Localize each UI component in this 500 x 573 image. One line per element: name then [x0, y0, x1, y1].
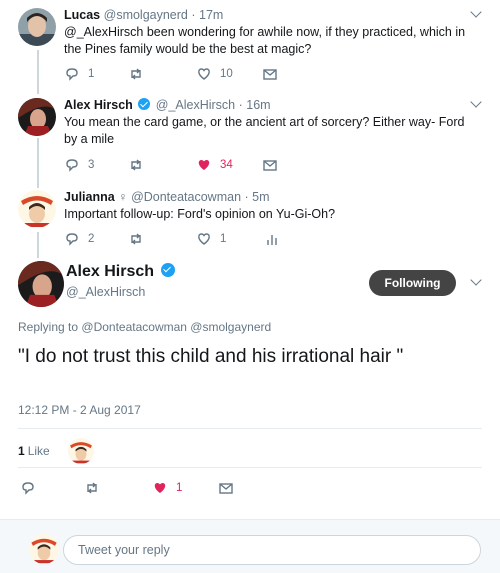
current-user-avatar [29, 534, 59, 564]
reply-button[interactable]: 3 [64, 157, 94, 173]
chevron-down-icon[interactable] [470, 96, 482, 108]
author-handle[interactable]: @_AlexHirsch [156, 98, 235, 112]
tweet-header: Julianna ♀ @Donteatacowman · 5m [64, 190, 270, 204]
message-button[interactable] [262, 157, 278, 173]
like-button[interactable]: 1 [196, 231, 226, 247]
avatar-lucas[interactable] [18, 8, 56, 46]
retweet-button[interactable] [128, 66, 152, 82]
retweet-button[interactable] [128, 157, 152, 173]
reply-icon [22, 482, 34, 495]
verified-icon [138, 98, 151, 110]
retweet-button[interactable] [128, 231, 152, 247]
tweet-time[interactable]: 5m [252, 190, 269, 204]
chevron-down-icon[interactable] [470, 274, 482, 286]
tweet-text: @_AlexHirsch been wondering for awhile n… [64, 25, 466, 56]
author-handle[interactable]: @Donteatacowman [131, 190, 241, 204]
like-count: 10 [220, 68, 233, 80]
message-button[interactable] [218, 480, 234, 496]
author-handle[interactable]: @_AlexHirsch [66, 285, 145, 299]
tweet-timestamp[interactable]: 12:12 PM - 2 Aug 2017 [18, 403, 141, 417]
heart-icon [198, 160, 210, 170]
like-count: 1 [220, 233, 227, 245]
likes-label: Like [27, 444, 50, 458]
reply-icon [66, 68, 78, 81]
heart-icon [154, 483, 166, 493]
tweet-header: Alex Hirsch @_AlexHirsch · 16m [64, 98, 271, 112]
reply-count: 2 [88, 233, 95, 245]
reply-icon [66, 233, 78, 246]
name-glyph: ♀ [118, 190, 128, 204]
main-tweet-text: "I do not trust this child and his irrat… [18, 346, 404, 367]
liker-avatar[interactable] [67, 438, 94, 464]
tweet-header: Lucas @smolgaynerd · 17m [64, 8, 223, 22]
author-name[interactable]: Alex Hirsch [66, 263, 177, 281]
tweet-text: Important follow-up: Ford's opinion on Y… [64, 207, 336, 221]
like-button[interactable]: 34 [196, 157, 233, 173]
separator-dot: · [191, 8, 196, 22]
like-count: 1 [176, 482, 183, 494]
reply-count: 3 [88, 159, 95, 171]
author-name[interactable]: Julianna [64, 190, 115, 204]
divider [18, 428, 482, 429]
avatar-alex-main[interactable] [18, 261, 64, 307]
reply-button[interactable]: 1 [64, 66, 94, 82]
reply-count: 1 [88, 68, 95, 80]
reply-button[interactable]: 2 [64, 231, 94, 247]
chevron-down-icon[interactable] [470, 6, 482, 18]
heart-icon [198, 68, 210, 80]
separator-dot: · [244, 190, 249, 204]
tweet-text: You mean the card game, or the ancient a… [64, 115, 465, 146]
author-name[interactable]: Alex Hirsch [64, 98, 133, 112]
analytics-button[interactable] [264, 231, 280, 247]
thread-line [37, 138, 39, 188]
author-name[interactable]: Lucas [64, 8, 100, 22]
retweet-icon [131, 233, 141, 245]
like-count: 34 [220, 159, 233, 171]
likes-count: 1 [18, 444, 25, 458]
verified-icon [160, 263, 175, 277]
thread-line [37, 232, 39, 258]
avatar-julianna[interactable] [18, 190, 56, 228]
following-button[interactable]: Following [369, 270, 456, 296]
message-icon [263, 69, 277, 80]
message-button[interactable] [262, 66, 278, 82]
avatar-alex[interactable] [18, 98, 56, 136]
thread-line [37, 50, 39, 94]
like-button[interactable]: 1 [152, 480, 182, 496]
tweet-time[interactable]: 16m [246, 98, 270, 112]
retweet-icon [131, 159, 141, 171]
tweet-actions: 3 34 [64, 157, 294, 175]
reply-button[interactable] [20, 480, 36, 496]
replying-handles[interactable]: @Donteatacowman @smolgaynerd [81, 320, 271, 334]
main-tweet-actions: 1 [20, 480, 250, 498]
retweet-button[interactable] [84, 480, 100, 496]
reply-icon [66, 159, 78, 172]
tweet-time[interactable]: 17m [199, 8, 223, 22]
divider [18, 467, 482, 468]
tweet-actions: 1 10 [64, 66, 294, 84]
retweet-icon [131, 68, 141, 80]
analytics-icon [267, 235, 277, 245]
retweet-icon [87, 482, 97, 494]
tweet-actions: 2 1 [64, 231, 294, 249]
author-name-text: Alex Hirsch [66, 263, 155, 280]
message-icon [263, 160, 277, 171]
reply-bar [0, 519, 500, 573]
replying-to: Replying to @Donteatacowman @smolgaynerd [18, 320, 271, 334]
author-handle[interactable]: @smolgaynerd [104, 8, 188, 22]
like-button[interactable]: 10 [196, 66, 233, 82]
heart-icon [198, 233, 210, 245]
message-icon [219, 483, 233, 494]
separator-dot: · [238, 98, 243, 112]
reply-input[interactable] [63, 535, 481, 565]
replying-prefix: Replying to [18, 320, 79, 334]
likes-row[interactable]: 1 Like [18, 438, 94, 464]
